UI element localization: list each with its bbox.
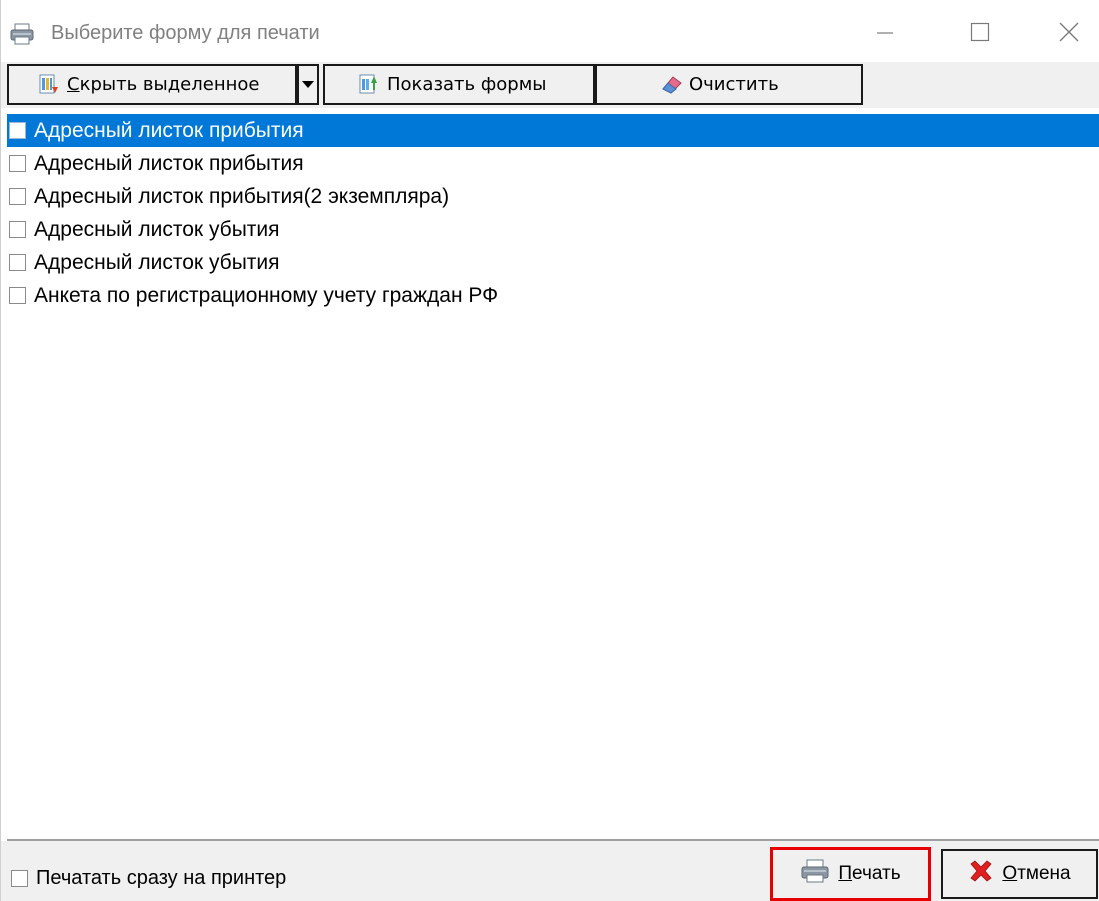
- clear-button[interactable]: Очистить: [595, 64, 863, 105]
- print-form-dialog: Выберите форму для печати Скрыть выделен…: [0, 0, 1099, 901]
- list-item[interactable]: Адресный листок прибытия: [7, 114, 1099, 147]
- list-item-label: Анкета по регистрационному учету граждан…: [34, 283, 499, 307]
- close-icon: [1059, 22, 1079, 42]
- show-forms-button[interactable]: Показать формы: [323, 64, 595, 105]
- list-item-checkbox[interactable]: [9, 221, 26, 238]
- minimize-button[interactable]: [863, 12, 907, 52]
- list-item-label: Адресный листок убытия: [34, 217, 280, 241]
- close-button[interactable]: [1047, 12, 1091, 52]
- list-item-checkbox[interactable]: [9, 155, 26, 172]
- clear-label: Очистить: [689, 74, 779, 95]
- list-item[interactable]: Адресный листок прибытия: [7, 147, 1099, 180]
- hide-selected-button[interactable]: Скрыть выделенное: [7, 64, 297, 105]
- list-item-checkbox[interactable]: [9, 287, 26, 304]
- list-item-label: Адресный листок прибытия(2 экземпляра): [34, 184, 450, 208]
- list-item[interactable]: Анкета по регистрационному учету граждан…: [7, 279, 1099, 312]
- eraser-icon: [659, 73, 682, 97]
- print-button[interactable]: Печать: [770, 847, 931, 901]
- dialog-footer: Печатать сразу на принтер Печать Отмена: [1, 841, 1099, 901]
- list-item-checkbox[interactable]: [9, 254, 26, 271]
- printer-icon: [800, 858, 830, 890]
- printer-icon: [9, 22, 35, 46]
- print-button-label: Печать: [838, 863, 901, 884]
- maximize-icon: [970, 22, 990, 42]
- print-direct-checkbox-row[interactable]: Печатать сразу на принтер: [11, 867, 286, 890]
- list-item-label: Адресный листок прибытия: [34, 151, 304, 175]
- maximize-button[interactable]: [958, 12, 1002, 52]
- show-forms-label: Показать формы: [387, 74, 547, 95]
- hide-selected-dropdown[interactable]: [297, 64, 319, 105]
- window-title: Выберите форму для печати: [51, 22, 320, 44]
- list-item[interactable]: Адресный листок прибытия(2 экземпляра): [7, 180, 1099, 213]
- hide-selected-label: Скрыть выделенное: [67, 74, 260, 95]
- list-item-label: Адресный листок прибытия: [34, 118, 304, 142]
- forms-list: Адресный листок прибытия Адресный листок…: [7, 114, 1099, 842]
- print-direct-label: Печатать сразу на принтер: [36, 867, 287, 889]
- show-forms-icon: [357, 73, 379, 97]
- list-item-label: Адресный листок убытия: [34, 250, 280, 274]
- list-item-checkbox[interactable]: [9, 122, 26, 139]
- list-item[interactable]: Адресный листок убытия: [7, 213, 1099, 246]
- cancel-x-icon: [968, 859, 994, 889]
- hide-forms-icon: [37, 73, 59, 97]
- caret-down-icon: [302, 80, 314, 88]
- title-bar: Выберите форму для печати: [1, 0, 1099, 62]
- cancel-button[interactable]: Отмена: [941, 849, 1098, 899]
- toolbar: Скрыть выделенное Показать формы Очистит…: [1, 62, 1099, 108]
- minimize-icon: [877, 32, 893, 34]
- list-item[interactable]: Адресный листок убытия: [7, 246, 1099, 279]
- print-direct-checkbox[interactable]: [11, 870, 28, 887]
- cancel-button-label: Отмена: [1002, 863, 1071, 884]
- print-button-content: Печать: [800, 858, 901, 890]
- list-item-checkbox[interactable]: [9, 188, 26, 205]
